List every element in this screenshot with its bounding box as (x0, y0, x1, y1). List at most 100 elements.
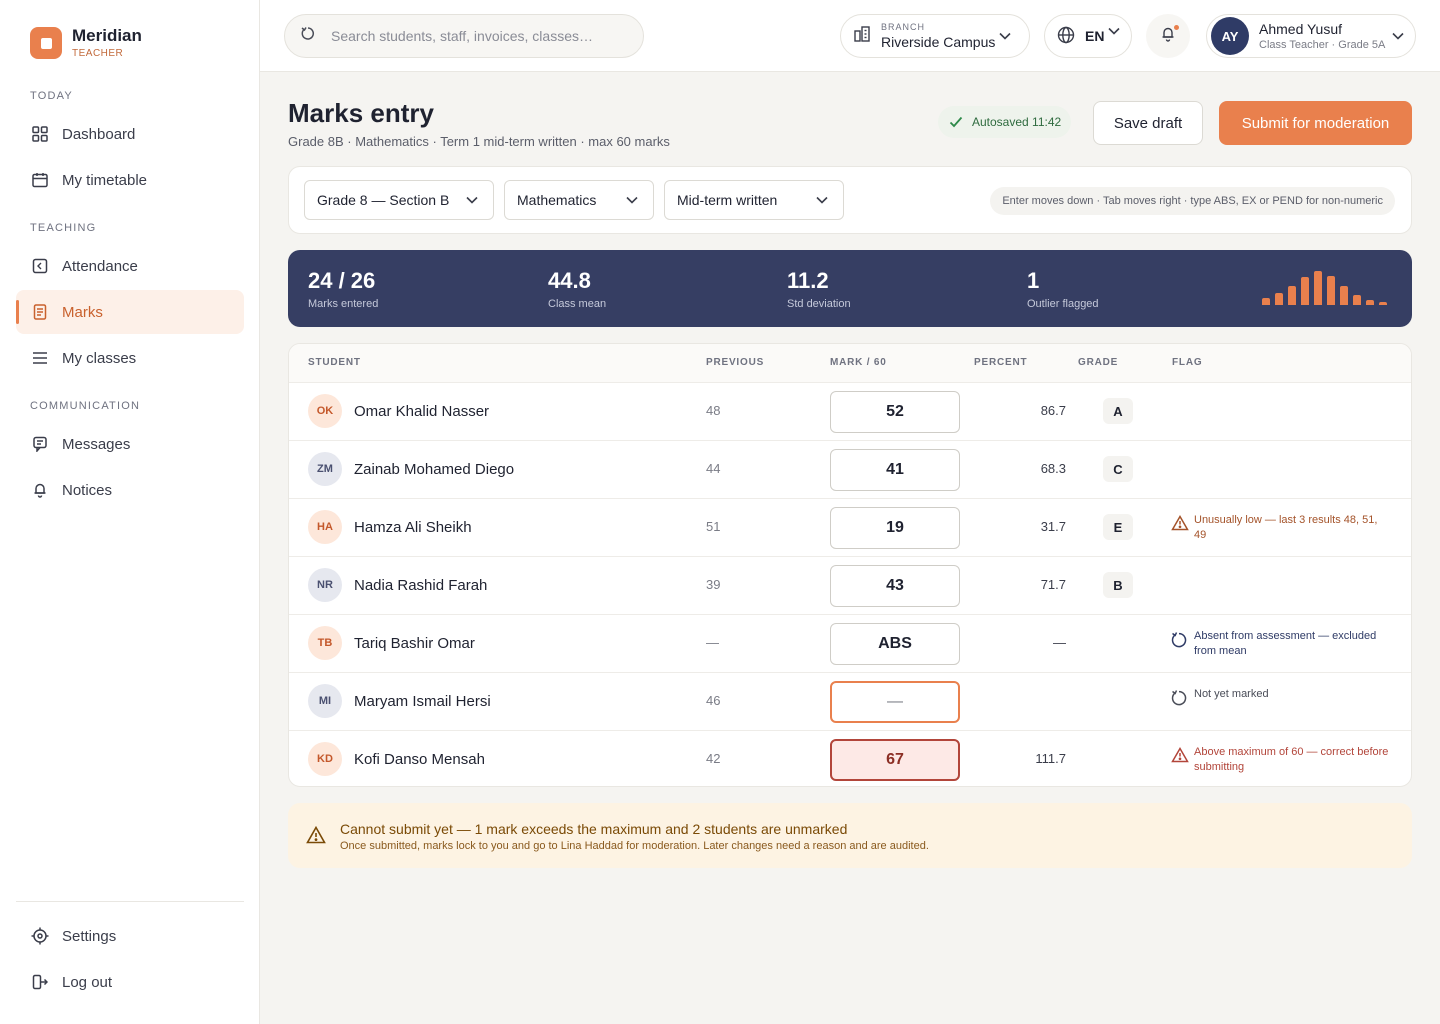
search-input[interactable] (331, 28, 621, 44)
column-header-student: STUDENT (308, 357, 361, 368)
section-select[interactable]: Grade 8 — Section B (304, 180, 494, 220)
student-name: Nadia Rashid Farah (354, 577, 488, 594)
flag-note: Absent from assessment — excluded from m… (1171, 629, 1391, 659)
chevron-down-icon (465, 193, 479, 210)
logout-icon (31, 973, 49, 991)
histogram-bar (1314, 271, 1322, 305)
save-draft-button[interactable]: Save draft (1093, 101, 1203, 145)
sidebar-item-label: Messages (62, 435, 131, 453)
previous-mark: 44 (706, 461, 721, 476)
alert-title: Cannot submit yet — 1 mark exceeds the m… (340, 821, 848, 837)
warning-icon (306, 825, 326, 850)
histogram-bar (1301, 277, 1309, 305)
sidebar-item-classes[interactable]: My classes (16, 336, 244, 380)
chevron-down-icon (815, 193, 829, 210)
histogram-bar (1288, 286, 1296, 305)
stat-label: Std deviation (787, 298, 851, 310)
language-value: EN (1085, 28, 1105, 44)
notifications-button[interactable] (1146, 14, 1190, 58)
previous-mark: — (706, 635, 719, 650)
sidebar-item-attendance[interactable]: Attendance (16, 244, 244, 288)
gear-icon (31, 927, 49, 945)
sidebar-item-marks[interactable]: Marks (16, 290, 244, 334)
sidebar-item-logout[interactable]: Log out (16, 960, 244, 1004)
column-header-mark: MARK / 60 (830, 357, 887, 368)
percent-value: 71.7 (1040, 577, 1066, 592)
list-icon (31, 349, 49, 367)
warning-icon (1171, 515, 1189, 531)
nav-section-teaching: TEACHING (30, 222, 97, 234)
section-select-value: Grade 8 — Section B (317, 192, 450, 208)
grade-badge: A (1103, 398, 1133, 424)
sidebar-item-timetable[interactable]: My timetable (16, 158, 244, 202)
brand-role: TEACHER (72, 48, 124, 59)
student-avatar: ZM (308, 452, 342, 486)
stat-label: Outlier flagged (1027, 298, 1099, 310)
search-bar[interactable] (284, 14, 644, 58)
student-name: Zainab Mohamed Diego (354, 461, 515, 478)
student-avatar: HA (308, 510, 342, 544)
subject-select-value: Mathematics (517, 192, 597, 208)
table-row: KD Kofi Danso Mensah 42 111.7 Above maximum … (289, 730, 1411, 786)
user-name: Ahmed Yusuf (1259, 21, 1343, 37)
percent-value: — (1053, 635, 1066, 650)
chevron-down-icon (1391, 29, 1405, 48)
stat-std: 11.2 Std deviation (787, 268, 851, 310)
chevron-down-icon (1107, 24, 1121, 41)
mark-input[interactable] (830, 507, 960, 549)
flag-note: Not yet marked (1171, 687, 1391, 707)
stats-band: 24 / 26 Marks entered 44.8 Class mean 11… (288, 250, 1412, 327)
histogram-bar (1340, 286, 1348, 305)
previous-mark: 48 (706, 403, 721, 418)
histogram-bar (1262, 298, 1270, 305)
stat-label: Marks entered (308, 298, 379, 310)
column-header-percent: PERCENT (974, 357, 1028, 368)
percent-value: 31.7 (1040, 519, 1066, 534)
language-selector[interactable]: EN (1044, 14, 1132, 58)
branch-selector[interactable]: BRANCH Riverside Campus (840, 14, 1030, 58)
table-row: HA Hamza Ali Sheikh 51 31.7 E Unusually low —… (289, 498, 1411, 556)
chevron-down-icon (625, 193, 639, 210)
globe-icon (1057, 26, 1075, 47)
submit-moderation-button[interactable]: Submit for moderation (1219, 101, 1412, 145)
sidebar-item-dashboard[interactable]: Dashboard (16, 112, 244, 156)
bell-icon (31, 481, 49, 499)
brand-name: Meridian (72, 26, 142, 45)
student-name: Omar Khalid Nasser (354, 403, 490, 420)
flag-note: Above maximum of 60 — correct before sub… (1171, 745, 1391, 775)
stat-label: Class mean (548, 298, 607, 310)
user-menu[interactable]: AY Ahmed Yusuf Class Teacher · Grade 5A (1206, 14, 1416, 58)
brand-logo-icon (30, 27, 62, 59)
sidebar-item-label: Notices (62, 481, 113, 499)
mark-input[interactable] (830, 623, 960, 665)
sidebar-item-messages[interactable]: Messages (16, 422, 244, 466)
previous-mark: 42 (706, 751, 721, 766)
branch-label: BRANCH (881, 22, 926, 32)
stat-value: 11.2 (787, 268, 829, 293)
student-avatar: MI (308, 684, 342, 718)
filter-bar: Grade 8 — Section B Mathematics Mid-term… (288, 166, 1412, 234)
mark-input[interactable] (830, 681, 960, 723)
nav-section-today: TODAY (30, 90, 73, 102)
mark-input[interactable] (830, 565, 960, 607)
mark-input[interactable] (830, 449, 960, 491)
mark-input[interactable] (830, 391, 960, 433)
previous-mark: 39 (706, 577, 721, 592)
mark-input[interactable] (830, 739, 960, 781)
sidebar-item-settings[interactable]: Settings (16, 914, 244, 958)
brand[interactable]: Meridian TEACHER (30, 27, 142, 59)
grid-icon (31, 125, 49, 143)
distribution-histogram (1262, 271, 1392, 305)
table-row: OK Omar Khalid Nasser 48 86.7 A (289, 382, 1411, 440)
notification-dot (1174, 25, 1179, 30)
stat-value: 24 / 26 (308, 268, 376, 293)
grade-badge: C (1103, 456, 1133, 482)
user-role: Class Teacher · Grade 5A (1259, 39, 1386, 51)
sidebar-item-label: Settings (62, 927, 117, 945)
sidebar-item-label: Attendance (62, 257, 138, 275)
assessment-select[interactable]: Mid-term written (664, 180, 844, 220)
flag-text: Above maximum of 60 — correct before sub… (1194, 746, 1389, 773)
sidebar-item-notices[interactable]: Notices (16, 468, 244, 512)
subject-select[interactable]: Mathematics (504, 180, 654, 220)
percent-value: 86.7 (1040, 403, 1066, 418)
